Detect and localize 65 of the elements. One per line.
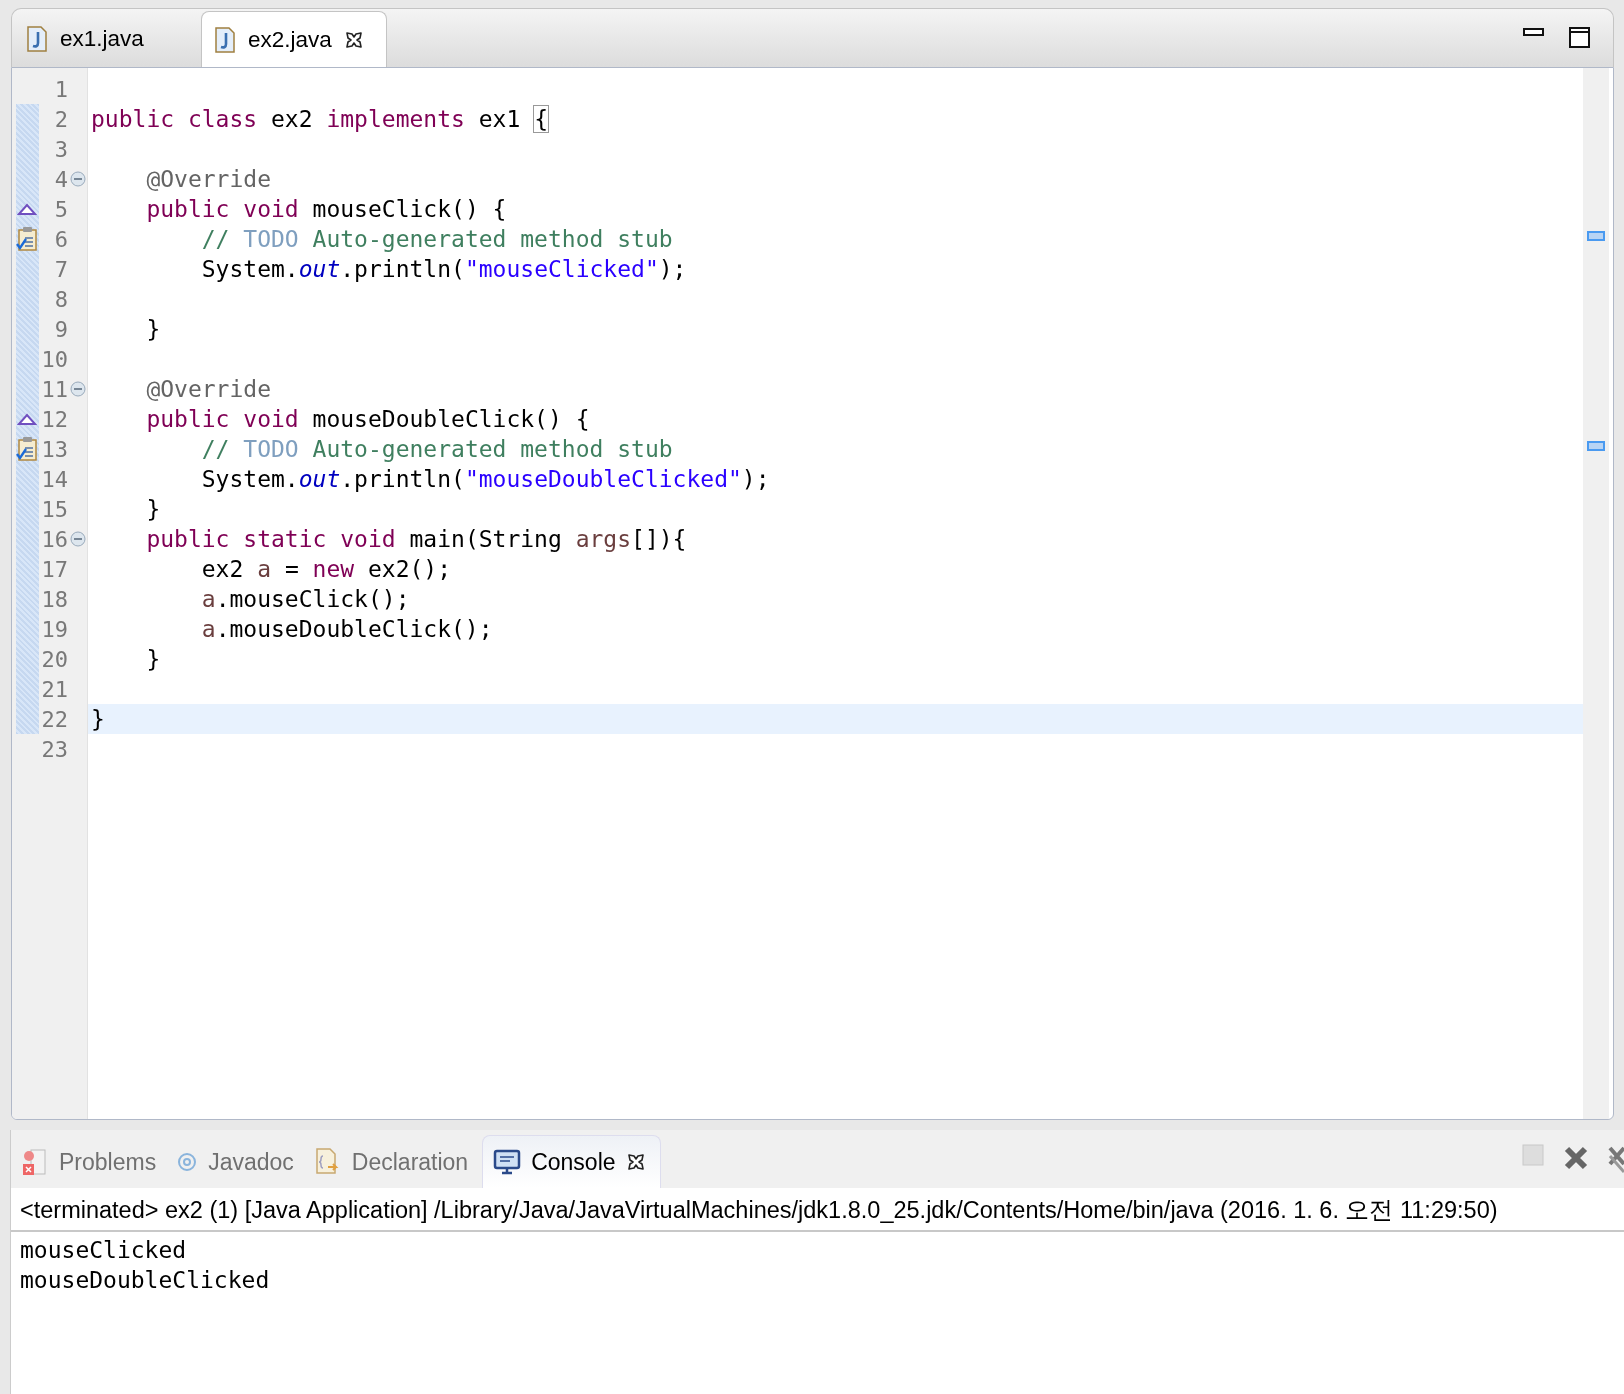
code-line: } bbox=[145, 496, 161, 522]
line-number: 9 bbox=[54, 316, 68, 342]
code-line: public static void main(String args[]){ bbox=[145, 526, 687, 552]
at-sign-icon bbox=[176, 1151, 199, 1173]
problems-icon bbox=[21, 1147, 49, 1177]
line-number: 17 bbox=[41, 556, 68, 582]
code-line: public class ex2 implements ex1 { bbox=[91, 106, 548, 132]
code-line: } bbox=[145, 316, 161, 342]
console-output-line: mouseClicked bbox=[20, 1236, 188, 1265]
line-number: 4 bbox=[54, 166, 68, 192]
line-number: 6 bbox=[54, 226, 68, 252]
code-line: System.out.println("mouseDoubleClicked"); bbox=[200, 466, 770, 492]
line-number: 7 bbox=[54, 256, 68, 282]
code-line: } bbox=[91, 706, 105, 732]
maximize-icon[interactable] bbox=[1569, 27, 1591, 49]
code-line: System.out.println("mouseClicked"); bbox=[200, 256, 687, 282]
view-tab[interactable]: Problems bbox=[15, 1136, 171, 1188]
collapse-icon[interactable] bbox=[70, 381, 86, 397]
editor-tab[interactable]: ex2.java bbox=[201, 11, 387, 67]
code-line: a.mouseDoubleClick(); bbox=[200, 616, 493, 642]
close-icon[interactable] bbox=[625, 1152, 646, 1172]
line-number: 12 bbox=[41, 406, 68, 432]
line-number: 10 bbox=[41, 346, 68, 372]
view-tab[interactable]: Javadoc bbox=[170, 1136, 308, 1188]
line-number: 13 bbox=[41, 436, 68, 462]
line-number: 11 bbox=[41, 376, 68, 402]
line-number: 20 bbox=[41, 646, 68, 672]
view-tab[interactable]: Declaration bbox=[307, 1136, 483, 1188]
view-tab[interactable]: Console bbox=[482, 1135, 661, 1188]
minimize-icon[interactable] bbox=[1523, 27, 1545, 37]
line-number: 15 bbox=[41, 496, 68, 522]
code-line: // TODO Auto-generated method stub bbox=[200, 226, 673, 252]
console-header: <terminated> ex2 (1) [Java Application] /Library/Java/JavaVirtualMachines/jdk1.8.0_25.jdk/Contents/Home/bin/java (2016. 1. 6. 오전 11:29:50) bbox=[11, 1188, 1624, 1232]
line-number: 1 bbox=[54, 76, 68, 102]
line-number: 16 bbox=[41, 526, 68, 552]
remove-icon[interactable] bbox=[1562, 1144, 1590, 1172]
line-number: 8 bbox=[54, 286, 68, 312]
code-line: @Override bbox=[145, 376, 271, 402]
code-line: a.mouseClick(); bbox=[200, 586, 410, 612]
code-line: // TODO Auto-generated method stub bbox=[200, 436, 673, 462]
console-output-line: mouseDoubleClicked bbox=[20, 1266, 271, 1295]
collapse-icon[interactable] bbox=[70, 531, 86, 547]
line-number: 14 bbox=[41, 466, 68, 492]
line-number: 23 bbox=[41, 736, 68, 762]
java-file-icon bbox=[214, 26, 236, 53]
task-marker[interactable] bbox=[1587, 441, 1605, 451]
line-number: 19 bbox=[41, 616, 68, 642]
line-number: 3 bbox=[54, 136, 68, 162]
remove-all-icon[interactable] bbox=[1608, 1144, 1624, 1174]
line-number: 18 bbox=[41, 586, 68, 612]
line-number: 2 bbox=[54, 106, 68, 132]
code-line: ex2 a = new ex2(); bbox=[200, 556, 452, 582]
java-file-icon bbox=[26, 26, 48, 52]
task-marker[interactable] bbox=[1587, 231, 1605, 241]
code-line: } bbox=[145, 646, 161, 672]
collapse-icon[interactable] bbox=[70, 171, 86, 187]
line-number: 5 bbox=[54, 196, 68, 222]
line-number: 22 bbox=[41, 706, 68, 732]
close-icon[interactable] bbox=[343, 29, 364, 50]
code-line: public void mouseDoubleClick() { bbox=[145, 406, 590, 432]
code-line: @Override bbox=[145, 166, 271, 192]
code-line: public void mouseClick() { bbox=[145, 196, 507, 222]
editor-tab[interactable]: ex1.java bbox=[14, 11, 201, 67]
monitor-icon bbox=[493, 1149, 522, 1175]
line-number: 21 bbox=[41, 676, 68, 702]
